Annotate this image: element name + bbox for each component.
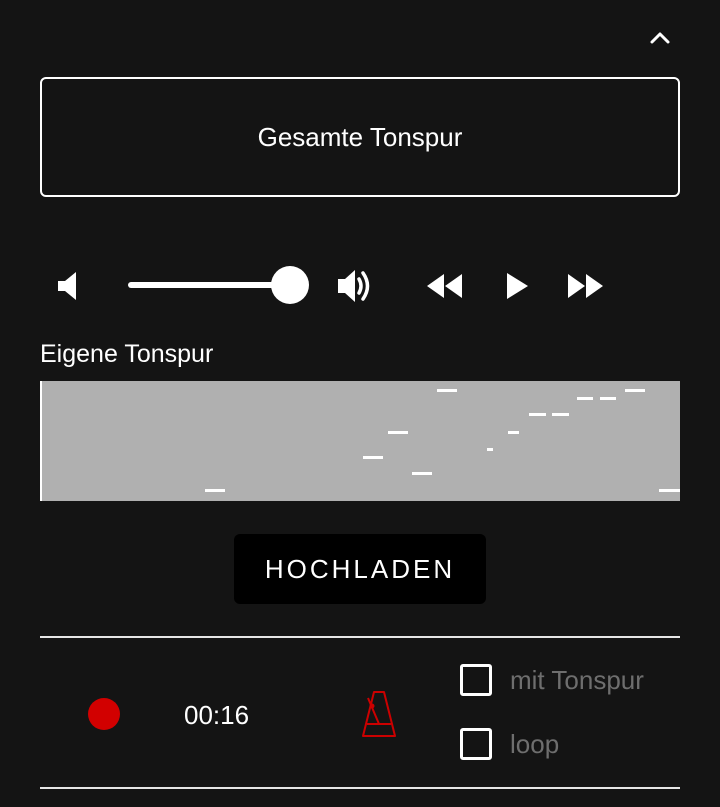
option-loop[interactable]: loop — [460, 728, 559, 760]
note — [600, 397, 616, 400]
play-icon — [507, 273, 528, 299]
volume-low-icon — [58, 272, 76, 300]
metronome-button[interactable] — [360, 688, 398, 740]
own-track-label: Eigene Tonspur — [40, 340, 214, 368]
rewind-button[interactable] — [422, 268, 466, 304]
mit-tonspur-checkbox[interactable] — [460, 664, 492, 696]
rewind-icon — [427, 274, 462, 298]
volume-slider-track[interactable] — [128, 282, 290, 288]
note — [388, 431, 408, 434]
note — [412, 472, 432, 475]
metronome-icon — [362, 691, 396, 737]
volume-high-icon — [338, 270, 370, 302]
note — [529, 413, 546, 416]
track-selector-label: Gesamte Tonspur — [257, 121, 463, 152]
note — [363, 456, 383, 459]
divider-bottom — [40, 787, 680, 789]
loop-label: loop — [510, 728, 560, 759]
track-selector-button[interactable]: Gesamte Tonspur — [40, 77, 680, 197]
fast-forward-icon — [568, 274, 603, 298]
loop-checkbox[interactable] — [460, 728, 492, 760]
app-root: Gesamte Tonspur Eigene Tonspur HOCHLADEN… — [0, 0, 720, 807]
note — [625, 389, 645, 392]
divider-top — [40, 636, 680, 638]
record-button[interactable] — [88, 698, 120, 730]
mit-tonspur-label: mit Tonspur — [510, 664, 644, 695]
note — [508, 431, 519, 434]
note — [659, 489, 680, 492]
note — [205, 489, 225, 492]
upload-button-label: HOCHLADEN — [264, 553, 456, 584]
recording-timer: 00:16 — [184, 700, 250, 730]
player-controls — [0, 258, 720, 314]
upload-button[interactable]: HOCHLADEN — [234, 534, 486, 604]
volume-low-button[interactable] — [48, 266, 84, 306]
note — [552, 413, 569, 416]
note — [437, 389, 457, 392]
volume-slider-thumb[interactable] — [271, 266, 309, 304]
note — [577, 397, 593, 400]
note — [487, 448, 493, 451]
fast-forward-button[interactable] — [564, 268, 608, 304]
collapse-button[interactable] — [640, 20, 680, 56]
chevron-up-icon — [650, 32, 670, 44]
own-track-piano-roll[interactable] — [40, 381, 680, 501]
option-mit-tonspur[interactable]: mit Tonspur — [460, 664, 644, 696]
play-button[interactable] — [500, 268, 534, 304]
volume-high-button[interactable] — [332, 266, 378, 306]
